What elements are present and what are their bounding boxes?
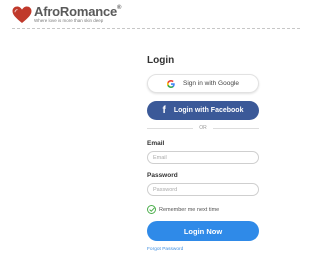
- login-now-button[interactable]: Login Now: [147, 221, 259, 241]
- remember-me-label: Remember me next time: [159, 206, 220, 213]
- check-circle-icon[interactable]: [147, 205, 156, 214]
- login-now-label: Login Now: [183, 226, 223, 236]
- login-form: Login Sign in with Google f Login with F…: [147, 55, 259, 252]
- facebook-icon: f: [162, 104, 166, 116]
- password-label: Password: [147, 172, 178, 179]
- email-label: Email: [147, 140, 165, 147]
- or-divider: OR: [147, 124, 259, 132]
- login-page: AfroRomance® Where love is more than ski…: [0, 0, 300, 265]
- or-divider-rule-right: [212, 127, 259, 129]
- page-title: Login: [147, 55, 175, 66]
- heart-logo-icon: [12, 6, 32, 24]
- remember-me-checkbox[interactable]: Remember me next time: [147, 205, 219, 214]
- password-field[interactable]: [147, 183, 259, 196]
- forgot-password-link[interactable]: Forgot Password: [147, 247, 183, 252]
- logo-tagline: Where love is more than skin deep: [34, 18, 104, 23]
- header-divider: [12, 28, 300, 29]
- or-divider-rule-left: [147, 127, 194, 129]
- or-divider-text: OR: [199, 125, 207, 131]
- logo-registered-mark: ®: [117, 5, 122, 11]
- google-signin-button[interactable]: Sign in with Google: [147, 74, 259, 93]
- facebook-login-label: Login with Facebook: [173, 107, 244, 114]
- email-field[interactable]: [147, 151, 259, 164]
- facebook-login-button[interactable]: f Login with Facebook: [147, 101, 259, 120]
- google-signin-label: Sign in with Google: [182, 80, 239, 87]
- logo-text: AfroRomance® Where love is more than ski…: [34, 5, 121, 24]
- site-logo[interactable]: AfroRomance® Where love is more than ski…: [12, 5, 121, 24]
- google-icon: [166, 79, 175, 88]
- logo-name: AfroRomance®: [34, 4, 122, 19]
